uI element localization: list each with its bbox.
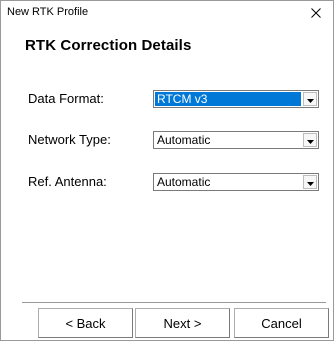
close-button[interactable] bbox=[299, 1, 333, 25]
title-bar: New RTK Profile bbox=[1, 1, 333, 25]
dialog-window: New RTK Profile RTK Correction Details D… bbox=[0, 0, 334, 341]
ref-antenna-dropdown-button[interactable] bbox=[303, 175, 317, 189]
next-button[interactable]: Next > bbox=[135, 308, 230, 338]
network-type-dropdown-button[interactable] bbox=[303, 133, 317, 147]
network-type-label: Network Type: bbox=[28, 132, 111, 147]
data-format-dropdown-button[interactable] bbox=[303, 92, 317, 106]
chevron-down-icon bbox=[306, 173, 314, 191]
window-title: New RTK Profile bbox=[7, 6, 89, 18]
close-icon bbox=[311, 8, 321, 18]
cancel-button[interactable]: Cancel bbox=[234, 308, 329, 338]
footer-separator bbox=[22, 302, 326, 304]
ref-antenna-label: Ref. Antenna: bbox=[28, 174, 107, 189]
page-heading: RTK Correction Details bbox=[25, 37, 192, 54]
ref-antenna-select[interactable]: Automatic bbox=[153, 173, 319, 191]
data-format-select[interactable]: RTCM v3 bbox=[153, 90, 319, 108]
network-type-value: Automatic bbox=[157, 133, 211, 147]
ref-antenna-value: Automatic bbox=[157, 175, 211, 189]
data-format-label: Data Format: bbox=[28, 91, 104, 106]
back-button[interactable]: < Back bbox=[38, 308, 133, 338]
chevron-down-icon bbox=[306, 90, 314, 108]
data-format-value: RTCM v3 bbox=[155, 92, 301, 106]
network-type-select[interactable]: Automatic bbox=[153, 131, 319, 149]
chevron-down-icon bbox=[306, 131, 314, 149]
